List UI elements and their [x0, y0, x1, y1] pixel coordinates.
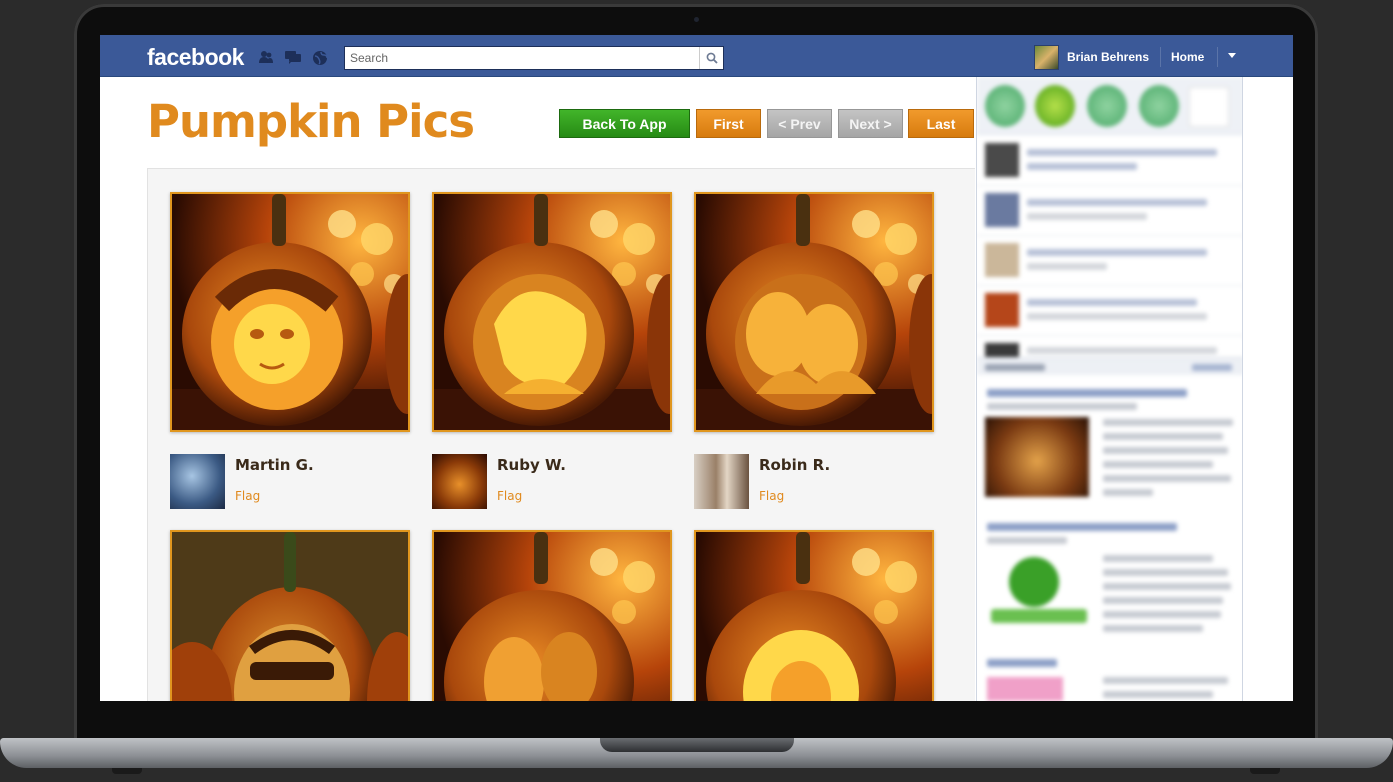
pumpkin-photo[interactable] [694, 192, 934, 432]
messages-icon[interactable] [285, 50, 301, 64]
pumpkin-photo[interactable] [694, 530, 934, 701]
next-page-button[interactable]: Next > [838, 109, 903, 138]
webcam [694, 17, 699, 22]
ticker-story[interactable] [985, 139, 1235, 183]
search-input[interactable] [345, 47, 697, 69]
app-icon[interactable] [1139, 85, 1179, 127]
back-to-app-button[interactable]: Back To App [559, 109, 690, 138]
ticker-header [977, 77, 1242, 135]
screen: facebook Brian Behrens Home Pumpkin Pics… [100, 35, 1293, 701]
page-title: Pumpkin Pics [147, 95, 475, 148]
ticker-story[interactable] [985, 189, 1235, 233]
user-thumbnail[interactable] [694, 454, 749, 509]
entry-name[interactable]: Ruby W. [497, 456, 566, 474]
user-thumbnail[interactable] [170, 454, 225, 509]
user-avatar[interactable] [1034, 45, 1059, 70]
ticker-story[interactable] [985, 289, 1235, 333]
prev-page-button[interactable]: < Prev [767, 109, 832, 138]
friends-icon[interactable] [258, 50, 274, 64]
first-page-button[interactable]: First [696, 109, 761, 138]
user-thumbnail[interactable] [432, 454, 487, 509]
entry-name[interactable]: Robin R. [759, 456, 830, 474]
search-bar [344, 46, 724, 70]
search-icon [706, 52, 718, 64]
home-link[interactable]: Home [1171, 50, 1204, 64]
app-icon[interactable] [1087, 85, 1127, 127]
chevron-down-icon[interactable] [1225, 51, 1239, 63]
user-name-link[interactable]: Brian Behrens [1067, 50, 1149, 64]
nav-divider [1160, 47, 1161, 67]
ticker-story[interactable] [985, 239, 1235, 283]
pumpkin-photo[interactable] [432, 530, 672, 701]
sponsored-header [977, 357, 1242, 375]
flag-link[interactable]: Flag [759, 489, 784, 503]
flag-link[interactable]: Flag [235, 489, 260, 503]
nav-divider [1217, 47, 1218, 67]
photo-gallery: Martin G. Flag Ruby W. Flag Robin R. Fla… [147, 168, 975, 701]
pumpkin-photo[interactable] [432, 192, 672, 432]
facebook-logo[interactable]: facebook [147, 44, 244, 71]
notifications-icon[interactable] [312, 50, 328, 65]
entry-name[interactable]: Martin G. [235, 456, 314, 474]
laptop-foot [112, 768, 142, 774]
laptop-notch [600, 738, 794, 752]
pumpkin-photo[interactable] [170, 530, 410, 701]
facebook-header: facebook Brian Behrens Home [100, 35, 1293, 77]
flag-link[interactable]: Flag [497, 489, 522, 503]
app-icon[interactable] [1035, 85, 1075, 127]
app-icon[interactable] [1189, 87, 1229, 127]
laptop-foot [1250, 768, 1280, 774]
app-icon[interactable] [985, 85, 1025, 127]
pumpkin-photo[interactable] [170, 192, 410, 432]
last-page-button[interactable]: Last [908, 109, 974, 138]
right-sidebar [976, 77, 1243, 701]
search-button[interactable] [699, 47, 723, 69]
